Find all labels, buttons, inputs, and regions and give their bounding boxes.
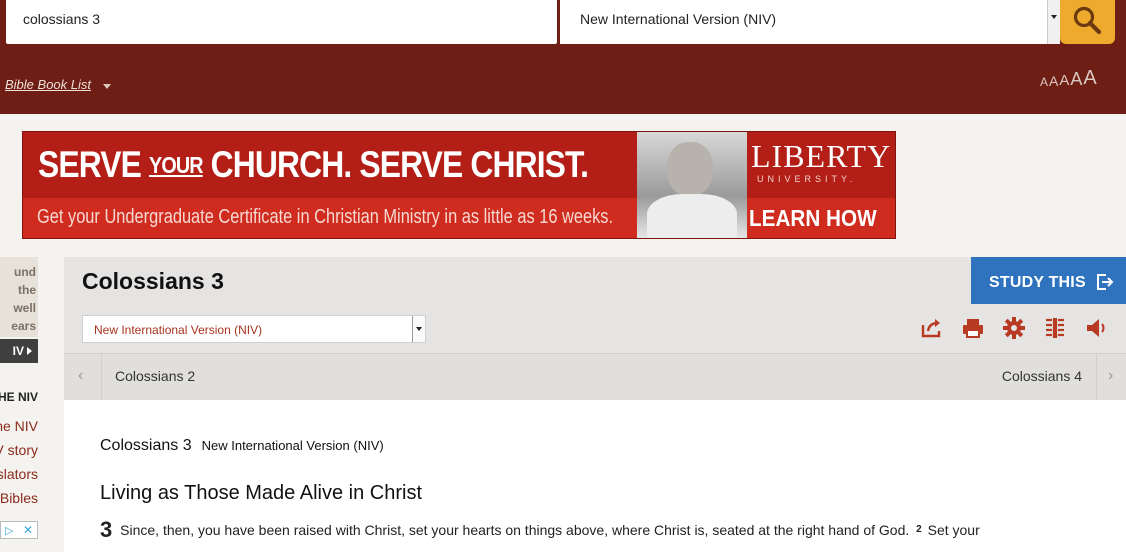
sidebar-promo[interactable]: und the well ears xyxy=(0,257,38,337)
gear-icon[interactable] xyxy=(1002,316,1026,340)
parallel-icon[interactable] xyxy=(1043,316,1067,340)
page-title: Colossians 3 xyxy=(82,268,224,294)
caret-down-icon[interactable] xyxy=(103,84,111,89)
sidebar-link[interactable]: slators xyxy=(0,466,38,482)
study-this-label: STUDY THIS xyxy=(989,274,1086,291)
next-chapter-button[interactable]: › xyxy=(1096,354,1126,400)
sidebar-dark-button-label: IV xyxy=(12,344,24,358)
chevron-right-icon: › xyxy=(1108,367,1114,384)
chapter-nav: ‹ Colossians 2 Colossians 4 › xyxy=(64,353,1126,400)
search-icon xyxy=(1073,6,1102,35)
ad-headline: SERVE YOUR CHURCH. SERVE CHRIST. xyxy=(38,144,589,186)
chapter-number: 3 xyxy=(100,517,113,542)
ad-subline: Get your Undergraduate Certificate in Ch… xyxy=(37,206,614,228)
verse-text: 3 Since, then, you have been raised with… xyxy=(100,517,1100,543)
adchoices-badge[interactable]: ▷ ✕ xyxy=(0,521,38,539)
font-size-m[interactable]: A xyxy=(1059,73,1069,88)
ad-person-photo xyxy=(637,132,747,238)
font-size-controls: A A A A A xyxy=(1040,66,1097,88)
sidebar-link[interactable]: Bibles xyxy=(0,490,38,506)
study-this-button[interactable]: STUDY THIS xyxy=(971,257,1126,304)
share-icon[interactable] xyxy=(920,316,944,340)
sidebar-promo-line: the xyxy=(18,283,36,297)
reference-book: Colossians 3 xyxy=(100,437,192,454)
chevron-down-icon[interactable] xyxy=(412,316,425,342)
print-icon[interactable] xyxy=(961,316,985,340)
font-size-xl[interactable]: A xyxy=(1083,68,1096,88)
top-header: New International Version (NIV) Bible Bo… xyxy=(0,0,1126,114)
search-input[interactable] xyxy=(6,0,557,44)
verse-number: 2 xyxy=(916,524,922,535)
version-dropdown-arrow[interactable] xyxy=(1047,0,1060,44)
next-chapter-link[interactable]: Colossians 4 xyxy=(1002,368,1082,384)
font-size-s[interactable]: A xyxy=(1049,74,1058,88)
chevron-left-icon: ‹ xyxy=(78,367,84,384)
ad-banner[interactable]: SERVE YOUR CHURCH. SERVE CHRIST. Get you… xyxy=(22,131,896,239)
passage-version-value: New International Version (NIV) xyxy=(94,323,263,337)
sidebar-link[interactable]: he NIV xyxy=(0,418,38,434)
sidebar-promo-line: und xyxy=(14,265,36,279)
passage-reference: Colossians 3 New International Version (N… xyxy=(100,437,384,455)
section-heading: Living as Those Made Alive in Christ xyxy=(100,482,423,504)
ad-headline-part1: SERVE xyxy=(38,144,142,185)
search-button[interactable] xyxy=(1060,0,1115,44)
reference-version: New International Version (NIV) xyxy=(201,438,384,453)
sidebar-dark-button[interactable]: IV xyxy=(0,339,38,363)
sidebar-promo-line: ears xyxy=(11,319,36,333)
adchoices-icon[interactable]: ▷ xyxy=(5,525,18,537)
close-icon[interactable]: ✕ xyxy=(23,524,33,536)
passage-toolbar: Colossians 3 STUDY THIS New Internationa… xyxy=(64,257,1126,353)
ad-headline-your: YOUR xyxy=(148,152,204,178)
prev-chapter-button[interactable]: ‹ xyxy=(64,354,102,400)
ad-learn-how-button[interactable]: LEARN HOW xyxy=(749,205,877,232)
search-box xyxy=(6,0,557,44)
passage-content: Colossians 3 New International Version (N… xyxy=(64,400,1126,552)
audio-icon[interactable] xyxy=(1084,316,1108,340)
exit-icon xyxy=(1097,274,1114,290)
play-icon xyxy=(27,347,32,355)
left-sidebar: und the well ears IV HE NIV he NIV V sto… xyxy=(0,257,64,552)
prev-chapter-link[interactable]: Colossians 2 xyxy=(115,368,195,384)
verse-2: Set your xyxy=(927,522,980,538)
version-dropdown-value: New International Version (NIV) xyxy=(580,11,777,27)
verse-1: Since, then, you have been raised with C… xyxy=(120,522,910,538)
passage-version-select[interactable]: New International Version (NIV) xyxy=(82,315,426,343)
font-size-xs[interactable]: A xyxy=(1040,76,1048,88)
ad-logo: LIBERTY xyxy=(751,138,892,174)
sidebar-heading: HE NIV xyxy=(0,390,38,404)
bible-book-list-link[interactable]: Bible Book List xyxy=(5,77,91,92)
font-size-l[interactable]: A xyxy=(1070,70,1082,88)
version-dropdown[interactable]: New International Version (NIV) xyxy=(560,0,1060,44)
sidebar-promo-line: well xyxy=(13,301,36,315)
ad-logo-sub: UNIVERSITY. xyxy=(757,174,857,184)
ad-headline-part2: CHURCH. SERVE CHRIST. xyxy=(210,144,589,185)
sidebar-link[interactable]: V story xyxy=(0,442,38,458)
